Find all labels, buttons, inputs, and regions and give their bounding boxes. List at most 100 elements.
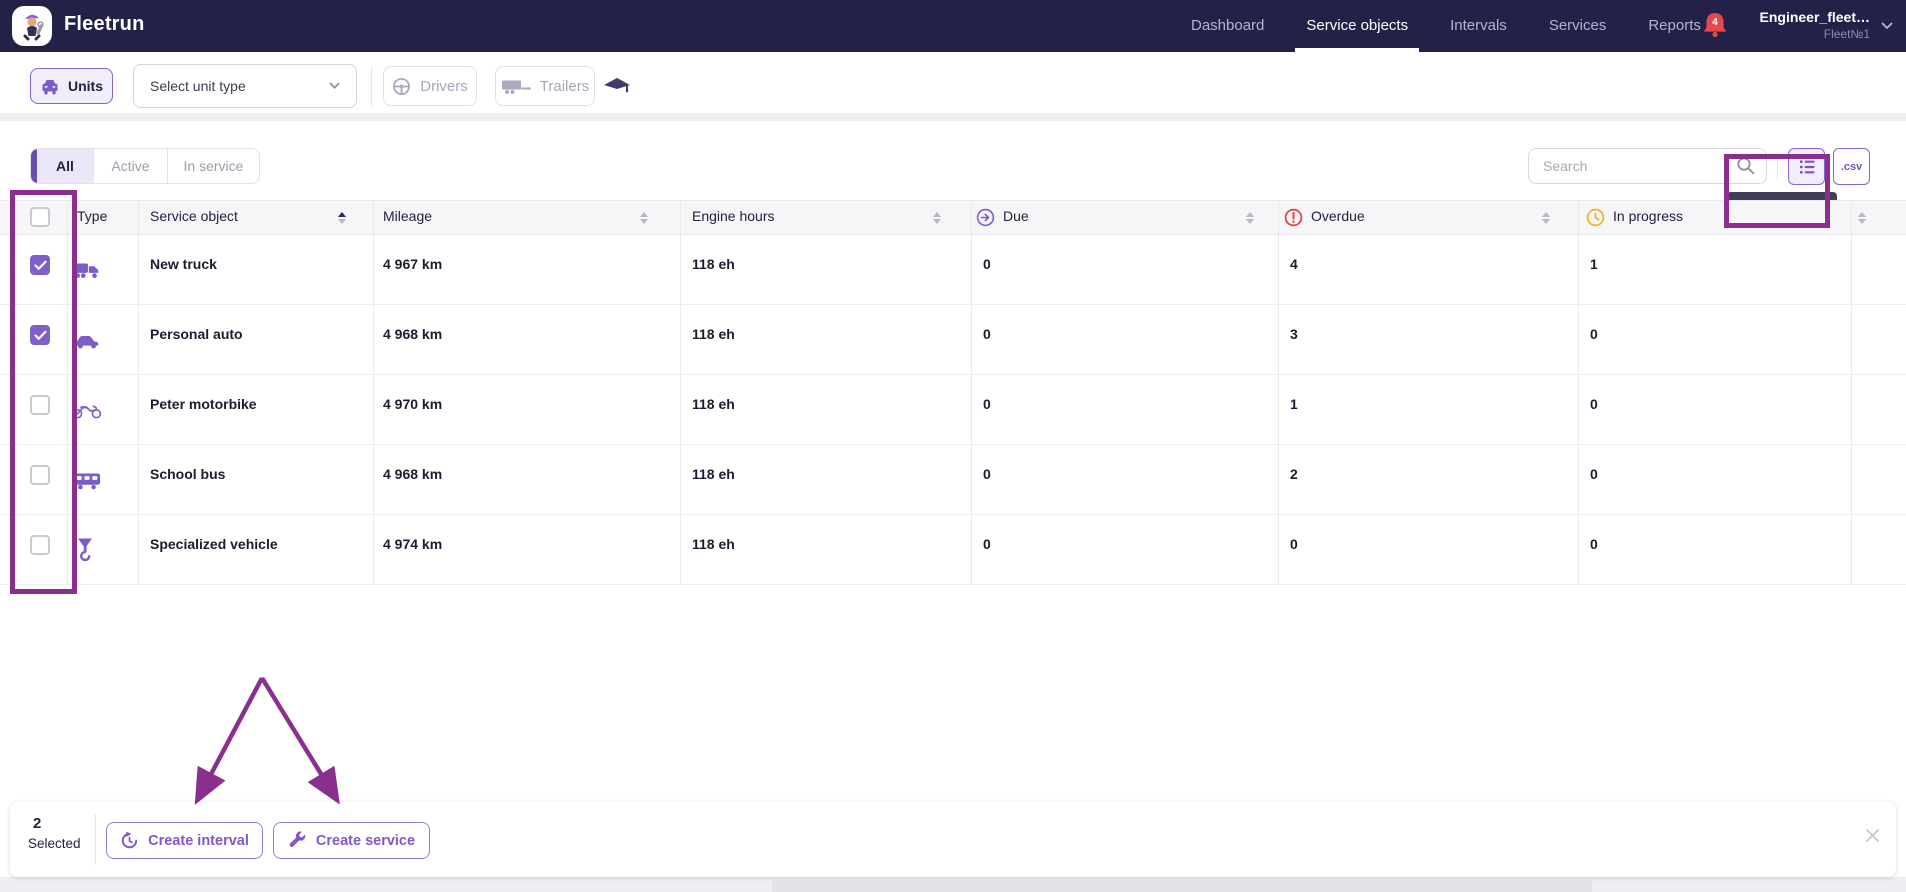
select-all-checkbox[interactable] — [30, 207, 50, 227]
truck-icon — [72, 257, 106, 283]
garage-roof-icon[interactable] — [603, 76, 631, 94]
table-row: New truck 4 967 km 118 eh 0 4 1 — [0, 235, 1906, 305]
tab-all[interactable]: All — [31, 149, 93, 183]
chevron-down-icon[interactable] — [1881, 22, 1893, 30]
col-header-due[interactable]: Due — [1003, 208, 1029, 224]
create-interval-label: Create interval — [148, 833, 249, 849]
table-row: School bus 4 968 km 118 eh 0 2 0 — [0, 445, 1906, 515]
actions-divider — [1777, 152, 1778, 180]
tab-label: In service — [184, 158, 244, 174]
app-title: Fleetrun — [64, 13, 145, 36]
steering-wheel-icon — [392, 77, 411, 96]
in-progress-count: 0 — [1590, 396, 1598, 412]
service-object-name[interactable]: Peter motorbike — [150, 396, 257, 412]
units-button-label: Units — [68, 78, 103, 94]
table-row: Peter motorbike 4 970 km 118 eh 0 1 0 — [0, 375, 1906, 445]
service-object-name[interactable]: Personal auto — [150, 326, 243, 342]
service-object-name[interactable]: School bus — [150, 466, 225, 482]
engine-hours-value: 118 eh — [692, 536, 735, 552]
sort-icon-engine-hours[interactable] — [933, 212, 941, 224]
motorbike-icon — [72, 397, 106, 423]
tab-active[interactable]: Active — [93, 149, 167, 183]
col-header-overdue[interactable]: Overdue — [1311, 208, 1365, 224]
service-object-name[interactable]: Specialized vehicle — [150, 536, 278, 552]
col-header-type[interactable]: Type — [77, 208, 107, 224]
due-count: 0 — [983, 466, 991, 482]
engine-hours-value: 118 eh — [692, 326, 735, 342]
create-service-label: Create service — [316, 833, 415, 849]
close-selection-bar-button[interactable] — [1860, 823, 1884, 847]
in-progress-clock-icon — [1586, 208, 1605, 232]
mileage-value: 4 974 km — [383, 536, 442, 552]
user-name[interactable]: Engineer_fleet… — [1760, 9, 1870, 25]
interval-history-icon — [120, 831, 139, 850]
bulk-list-icon — [1797, 157, 1817, 177]
due-icon — [976, 208, 995, 232]
in-progress-count: 0 — [1590, 536, 1598, 552]
search-input[interactable] — [1528, 148, 1767, 184]
mechanic-character-icon — [15, 9, 49, 43]
mileage-value: 4 968 km — [383, 326, 442, 342]
engine-hours-value: 118 eh — [692, 396, 735, 412]
in-progress-count: 0 — [1590, 326, 1598, 342]
sort-icon-mileage[interactable] — [640, 212, 648, 224]
overdue-count: 2 — [1290, 466, 1298, 482]
sort-icon-due[interactable] — [1246, 212, 1254, 224]
sort-icon-service-object[interactable] — [338, 212, 346, 224]
create-service-button[interactable]: Create service — [273, 822, 430, 859]
close-icon — [1865, 828, 1880, 843]
units-button[interactable]: Units — [30, 68, 113, 104]
due-count: 0 — [983, 536, 991, 552]
nav-item-intervals[interactable]: Intervals — [1450, 0, 1507, 52]
table-row: Specialized vehicle 4 974 km 118 eh 0 0 … — [0, 515, 1906, 585]
drivers-button-label: Drivers — [420, 78, 468, 95]
nav-item-dashboard[interactable]: Dashboard — [1191, 0, 1264, 52]
user-organization: Fleet№1 — [1824, 27, 1870, 41]
bus-icon — [72, 467, 106, 493]
due-count: 0 — [983, 256, 991, 272]
resource-toolbar: Units Select unit type Drivers Tr — [0, 52, 1906, 113]
row-checkbox[interactable] — [30, 395, 50, 415]
table-body: New truck 4 967 km 118 eh 0 4 1 Personal… — [0, 235, 1906, 585]
col-header-engine-hours[interactable]: Engine hours — [692, 208, 775, 224]
fleetrun-logo[interactable] — [12, 6, 52, 46]
row-checkbox[interactable] — [30, 535, 50, 555]
mileage-value: 4 968 km — [383, 466, 442, 482]
table-row: Personal auto 4 968 km 118 eh 0 3 0 — [0, 305, 1906, 375]
row-checkbox[interactable] — [30, 465, 50, 485]
nav-item-service-objects[interactable]: Service objects — [1306, 0, 1408, 52]
create-interval-button[interactable]: Create interval — [106, 822, 263, 859]
selected-count: 2 — [33, 815, 41, 832]
trailers-button[interactable]: Trailers — [495, 66, 595, 106]
due-count: 0 — [983, 396, 991, 412]
overdue-count: 1 — [1290, 396, 1298, 412]
sort-icon-extra[interactable] — [1858, 212, 1866, 224]
bottom-edge-strip — [772, 880, 1592, 892]
bulk-operations-button[interactable] — [1788, 148, 1825, 185]
selection-action-bar: 2 Selected Create interval Create servic… — [10, 802, 1896, 877]
unit-type-select[interactable]: Select unit type — [133, 64, 357, 108]
notification-count-badge: 4 — [1701, 17, 1729, 28]
drivers-button[interactable]: Drivers — [383, 66, 477, 106]
in-progress-count: 0 — [1590, 466, 1598, 482]
engine-hours-value: 118 eh — [692, 256, 735, 272]
col-header-mileage[interactable]: Mileage — [383, 208, 432, 224]
mileage-value: 4 967 km — [383, 256, 442, 272]
sort-icon-overdue[interactable] — [1542, 212, 1550, 224]
in-progress-count: 1 — [1590, 256, 1598, 272]
due-count: 0 — [983, 326, 991, 342]
overdue-count: 0 — [1290, 536, 1298, 552]
nav-item-services[interactable]: Services — [1549, 0, 1607, 52]
tab-in-service[interactable]: In service — [167, 149, 259, 183]
service-object-name[interactable]: New truck — [150, 256, 217, 272]
overdue-count: 4 — [1290, 256, 1298, 272]
row-checkbox[interactable] — [30, 255, 50, 275]
row-checkbox[interactable] — [30, 325, 50, 345]
export-csv-button[interactable]: .csv — [1833, 148, 1870, 185]
col-header-service-object[interactable]: Service object — [150, 208, 238, 224]
nav-item-reports[interactable]: Reports — [1648, 0, 1701, 52]
col-header-in-progress[interactable]: In progress — [1613, 208, 1683, 224]
selected-label: Selected — [28, 836, 81, 851]
engine-hours-value: 118 eh — [692, 466, 735, 482]
tab-label: Active — [111, 158, 149, 174]
